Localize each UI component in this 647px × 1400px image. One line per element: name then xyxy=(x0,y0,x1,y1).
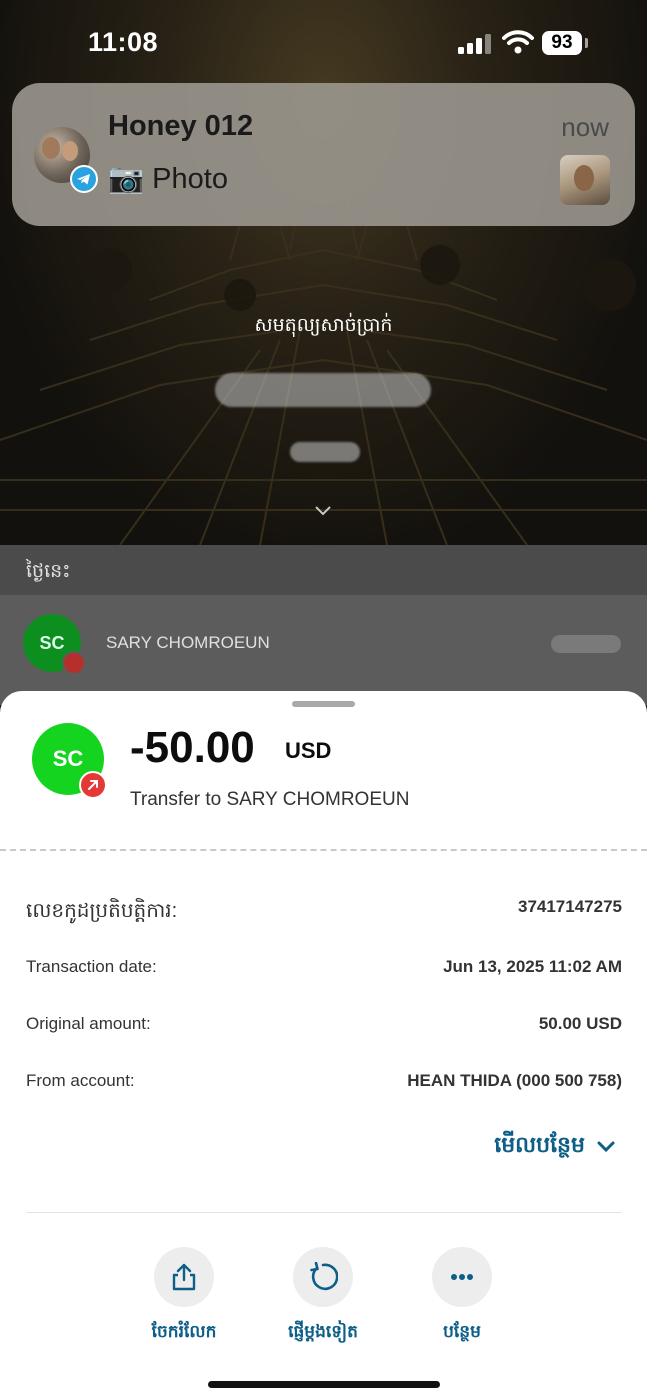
balance-hidden xyxy=(215,373,431,407)
share-label: ចែករំលែក xyxy=(151,1322,217,1341)
notification-body: 📷 Photo xyxy=(108,163,228,195)
notification-title: Honey 012 xyxy=(108,110,254,142)
cellular-signal-icon xyxy=(458,34,491,54)
repeat-transfer-button[interactable]: ផ្ញើម្តងទៀត xyxy=(263,1247,383,1347)
status-bar: 11:08 93 xyxy=(0,0,647,88)
battery-indicator: 93 xyxy=(542,31,582,55)
detail-row-original-amount: Original amount: 50.00 USD xyxy=(26,1014,622,1044)
more-button-circle[interactable] xyxy=(432,1247,492,1307)
chevron-down-icon[interactable] xyxy=(597,1141,615,1153)
transaction-amount: -50.00 xyxy=(130,723,255,772)
repeat-icon xyxy=(310,1262,338,1291)
outgoing-arrow-icon xyxy=(62,651,86,675)
share-button-circle[interactable] xyxy=(154,1247,214,1307)
transaction-detail-sheet: SC -50.00 USD Transfer to SARY CHOMROEUN… xyxy=(0,691,647,1400)
detail-label: លេខកូដប្រតិបត្តិការ: xyxy=(26,900,178,922)
see-more-link[interactable]: មើលបន្ថែម xyxy=(494,1131,585,1163)
amount-hidden xyxy=(551,635,621,653)
detail-value: Jun 13, 2025 11:02 AM xyxy=(443,957,622,976)
detail-value: 37417147275 xyxy=(517,897,622,916)
today-label: ថ្ងៃនេះ xyxy=(26,561,71,582)
wifi-icon xyxy=(502,30,534,54)
sheet-grabber[interactable] xyxy=(292,701,355,707)
repeat-label: ផ្ញើម្តងទៀត xyxy=(288,1322,358,1341)
detail-value: 50.00 USD xyxy=(538,1014,622,1033)
photo-thumbnail xyxy=(560,155,610,205)
share-icon xyxy=(172,1263,196,1291)
notification-banner[interactable]: Honey 012 📷 Photo now xyxy=(12,83,635,226)
detail-label: From account: xyxy=(26,1071,135,1090)
section-divider xyxy=(26,1212,622,1213)
detail-row-date: Transaction date: Jun 13, 2025 11:02 AM xyxy=(26,957,622,987)
home-indicator[interactable] xyxy=(208,1381,440,1388)
more-icon xyxy=(451,1274,473,1280)
detail-label: Transaction date: xyxy=(26,957,157,976)
more-label: បន្ថែម xyxy=(443,1322,481,1341)
transaction-description: Transfer to SARY CHOMROEUN xyxy=(130,789,410,810)
detail-row-reference: លេខកូដប្រតិបត្តិការ: 37417147275 xyxy=(26,897,622,927)
more-button[interactable]: បន្ថែម xyxy=(402,1247,522,1347)
chevron-down-icon xyxy=(315,506,331,516)
status-time: 11:08 xyxy=(88,27,159,57)
repeat-button-circle[interactable] xyxy=(293,1247,353,1307)
detail-row-from-account: From account: HEAN THIDA (000 500 758) xyxy=(26,1071,622,1101)
list-item-name: SARY CHOMROEUN xyxy=(106,633,270,652)
transaction-currency: USD xyxy=(285,738,332,763)
detail-label: Original amount: xyxy=(26,1014,151,1033)
dashed-divider xyxy=(0,849,647,851)
today-section-header: ថ្ងៃនេះ xyxy=(0,545,647,595)
share-button[interactable]: ចែករំលែក xyxy=(124,1247,244,1347)
detail-value: HEAN THIDA (000 500 758) xyxy=(407,1071,622,1090)
battery-nub xyxy=(585,38,588,48)
balance-label: សមតុល្យសាច់ប្រាក់ xyxy=(254,315,393,336)
notification-time: now xyxy=(561,112,609,142)
telegram-icon xyxy=(70,165,98,193)
outgoing-arrow-icon xyxy=(79,771,107,799)
list-item: SC SARY CHOMROEUN xyxy=(0,595,647,705)
balance-toggle-hidden xyxy=(290,442,360,462)
